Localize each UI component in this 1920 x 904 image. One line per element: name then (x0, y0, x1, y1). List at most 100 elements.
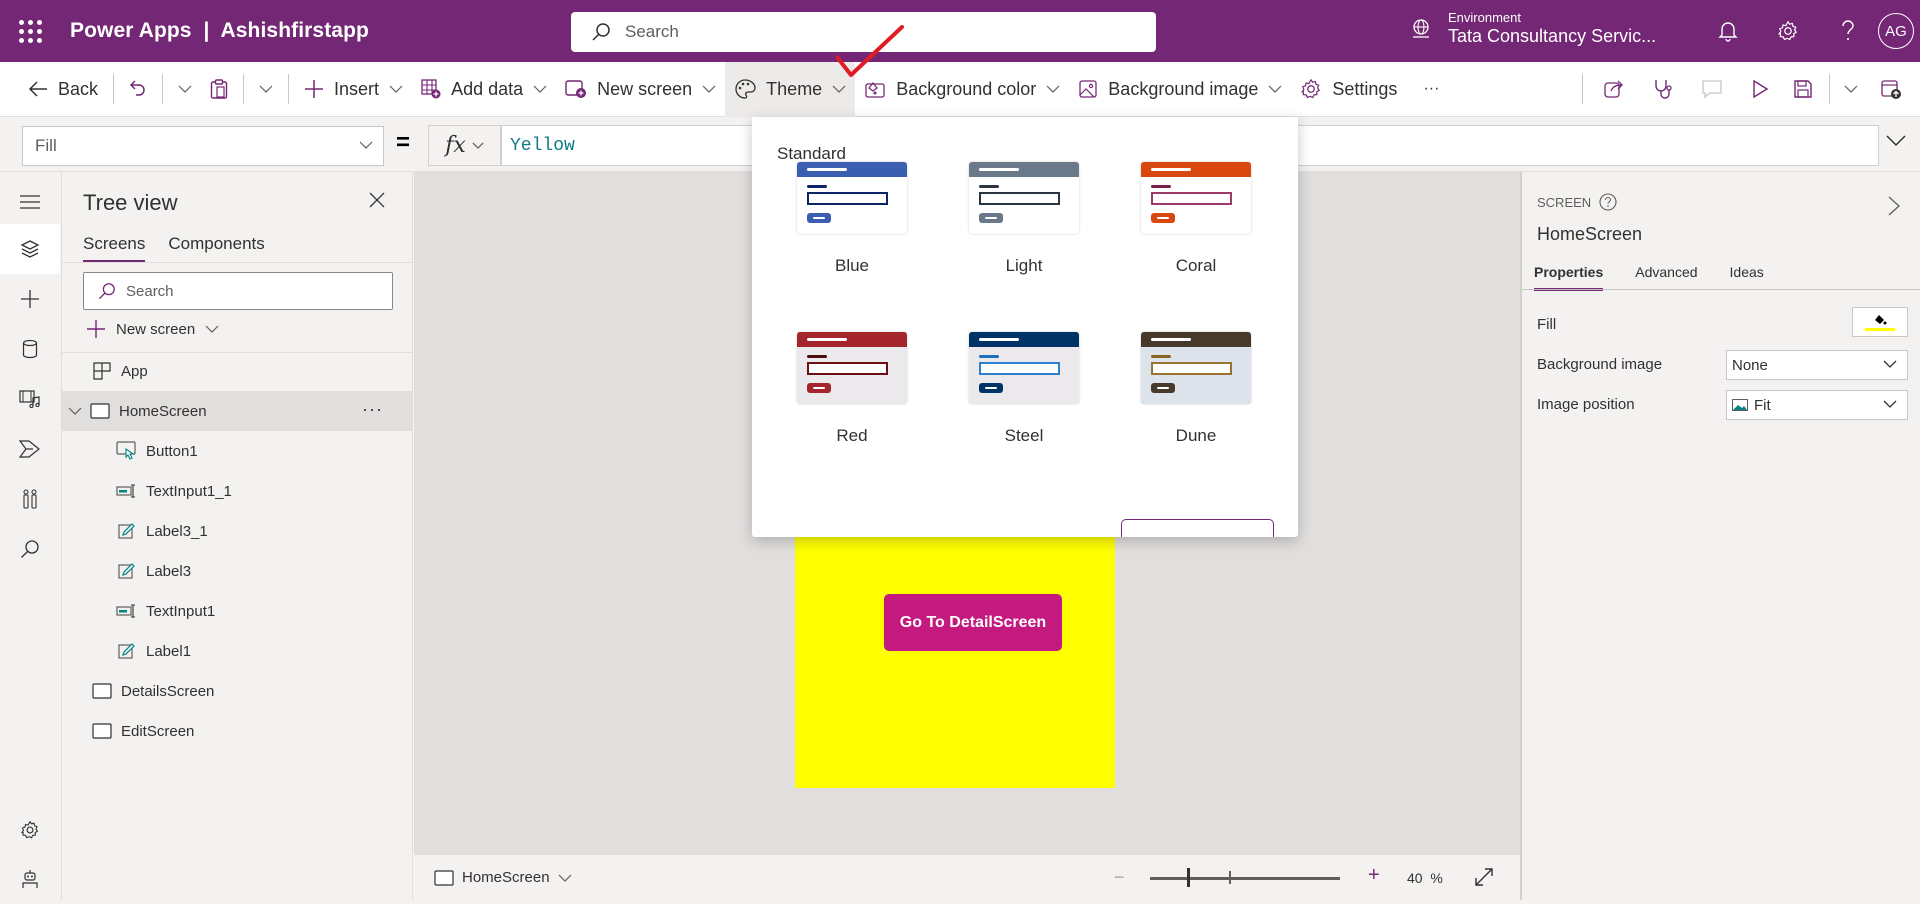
zoom-out-button[interactable]: − (1114, 867, 1125, 888)
publish-icon (1881, 80, 1901, 99)
save-button[interactable] (1783, 62, 1823, 117)
tree-search-input[interactable]: Search (83, 272, 393, 310)
go-to-detail-screen-button[interactable]: Go To DetailScreen (884, 594, 1062, 651)
tree-node-label1[interactable]: Label1 (62, 631, 413, 671)
tree-node-label3-1[interactable]: Label3_1 (62, 511, 413, 551)
share-button[interactable] (1589, 62, 1639, 117)
image-position-label: Image position (1537, 396, 1635, 413)
app-settings-button[interactable]: Settings (1291, 62, 1406, 117)
chevron-down-icon[interactable] (68, 407, 82, 415)
theme-name[interactable]: Steel (959, 426, 1089, 446)
tab-ideas[interactable]: Ideas (1730, 264, 1764, 291)
fill-color-picker[interactable] (1852, 307, 1908, 337)
theme-name[interactable]: Dune (1131, 426, 1261, 446)
app-launcher-icon[interactable] (16, 17, 44, 45)
tree-node-button1[interactable]: Button1 (62, 431, 413, 471)
chevron-down-icon (1046, 85, 1060, 93)
notifications-button[interactable] (1698, 0, 1758, 62)
environment-name: Tata Consultancy Servic... (1448, 26, 1657, 46)
tree-node-detailsscreen[interactable]: DetailsScreen (62, 671, 413, 711)
chevron-right-icon[interactable] (1888, 196, 1900, 216)
tab-properties[interactable]: Properties (1534, 264, 1604, 291)
theme-preview[interactable] (969, 332, 1079, 404)
background-image-dropdown[interactable]: None (1726, 350, 1908, 380)
zoom-slider[interactable] (1150, 877, 1340, 880)
tree-node-textinput1-1[interactable]: TextInput1_1 (62, 471, 413, 511)
app-checker-button[interactable] (1639, 62, 1687, 117)
save-dropdown[interactable] (1836, 62, 1866, 117)
theme-name[interactable]: Red (787, 426, 917, 446)
comments-button[interactable] (1687, 62, 1737, 117)
tree-node-textinput1[interactable]: TextInput1 (62, 591, 413, 631)
property-dropdown[interactable]: Fill (22, 126, 384, 166)
rail-insert-button[interactable] (0, 274, 60, 324)
undo-dropdown[interactable] (169, 62, 201, 117)
publish-button[interactable] (1866, 62, 1920, 117)
background-color-button[interactable]: Background color (855, 62, 1069, 117)
rail-media-button[interactable] (0, 374, 60, 424)
rail-menu-button[interactable] (0, 177, 60, 227)
new-screen-button[interactable]: New screen (556, 62, 725, 117)
tree-node-homescreen[interactable]: HomeScreen ··· (62, 391, 413, 431)
gear-icon (20, 820, 39, 839)
theme-preview[interactable] (969, 162, 1079, 234)
tree-node-label3[interactable]: Label3 (62, 551, 413, 591)
theme-preview[interactable] (1141, 162, 1251, 234)
share-icon (1604, 80, 1623, 98)
theme-name[interactable]: Coral (1131, 256, 1261, 276)
theme-preview[interactable] (797, 332, 907, 404)
expand-formula-chevron-icon[interactable] (1886, 135, 1906, 147)
theme-preview[interactable] (797, 162, 907, 234)
fx-button[interactable]: fx (428, 125, 501, 166)
preview-button[interactable] (1737, 62, 1783, 117)
rail-search-button[interactable] (0, 524, 60, 574)
rail-power-automate-button[interactable] (0, 424, 60, 474)
fit-to-window-icon[interactable] (1474, 867, 1494, 887)
tab-advanced[interactable]: Advanced (1635, 264, 1697, 291)
close-icon[interactable] (369, 192, 385, 208)
zoom-slider-thumb[interactable] (1187, 868, 1190, 887)
help-button[interactable] (1818, 0, 1878, 62)
background-image-button[interactable]: Background image (1069, 62, 1291, 117)
global-search-input[interactable]: Search (571, 12, 1156, 52)
paste-dropdown[interactable] (250, 62, 282, 117)
theme-name[interactable]: Blue (787, 256, 917, 276)
environment-picker[interactable]: Environment Tata Consultancy Servic... (1410, 10, 1656, 47)
image-icon (1079, 80, 1097, 98)
theme-preview-input (1151, 362, 1232, 375)
add-data-button[interactable]: Add data (412, 62, 556, 117)
theme-button[interactable]: Theme (725, 61, 856, 117)
rail-data-button[interactable] (0, 324, 60, 374)
rail-copilot-button[interactable] (0, 854, 60, 904)
image-position-dropdown[interactable]: Fit (1726, 390, 1908, 420)
screen-selector[interactable]: HomeScreen (434, 869, 572, 886)
theme-name[interactable]: Light (959, 256, 1089, 276)
more-commands-button[interactable]: ··· (1406, 62, 1448, 117)
undo-button[interactable] (120, 62, 156, 117)
screen-icon (90, 403, 110, 419)
gear-icon (1778, 20, 1798, 41)
more-options-icon[interactable]: ··· (362, 399, 383, 420)
rail-settings-button[interactable] (0, 805, 60, 855)
insert-button[interactable]: Insert (295, 62, 412, 117)
tree-node-editscreen[interactable]: EditScreen (62, 711, 413, 751)
theme-menu-more-button[interactable] (1121, 519, 1274, 537)
tab-screens[interactable]: Screens (83, 234, 146, 263)
user-avatar[interactable]: AG (1878, 13, 1914, 49)
settings-button[interactable] (1758, 0, 1818, 62)
theme-preview-label (979, 355, 999, 358)
tab-components[interactable]: Components (168, 234, 264, 263)
home-screen-preview[interactable] (795, 530, 1115, 788)
theme-preview[interactable] (1141, 332, 1251, 404)
zoom-in-button[interactable]: + (1368, 864, 1380, 887)
tree-new-screen-button[interactable]: New screen (86, 319, 219, 339)
new-screen-label: New screen (597, 78, 693, 99)
theme-preview-header (797, 162, 907, 177)
back-button[interactable]: Back (0, 62, 107, 117)
rail-tree-view-button[interactable] (0, 224, 60, 274)
rail-advanced-tools-button[interactable] (0, 474, 60, 524)
paint-bucket-icon (1875, 314, 1887, 324)
paste-button[interactable] (201, 62, 237, 117)
tree-node-app[interactable]: App (62, 351, 413, 391)
help-circle-icon[interactable] (1599, 193, 1617, 211)
